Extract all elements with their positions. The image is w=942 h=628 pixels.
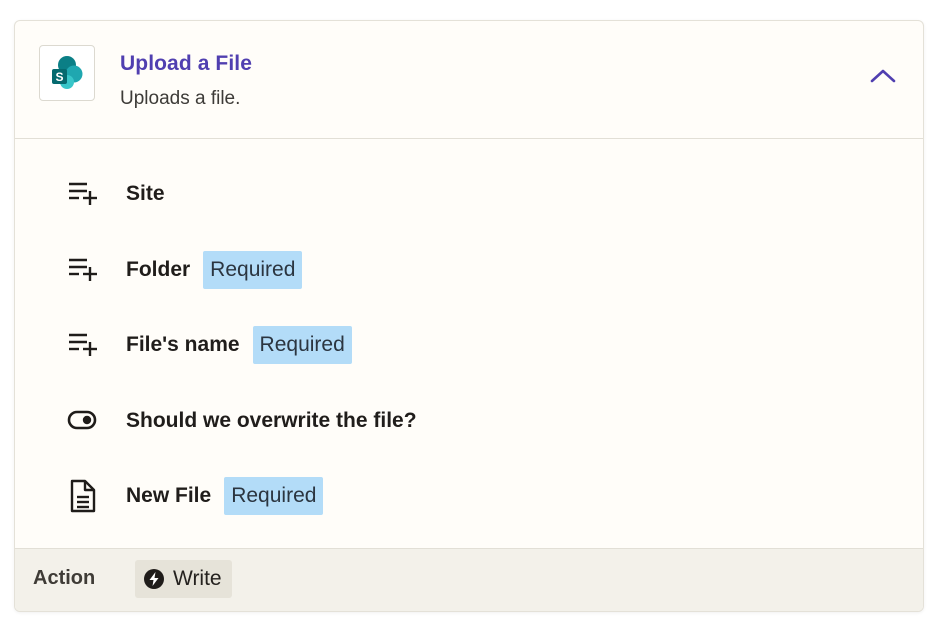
- field-label: File's name Required: [126, 326, 352, 364]
- chevron-up-icon: [870, 69, 896, 83]
- step-title: Upload a File: [120, 52, 252, 75]
- required-badge: Required: [252, 326, 352, 364]
- step-description: Uploads a file.: [120, 88, 241, 109]
- lightning-bolt-icon: [143, 568, 165, 590]
- svg-text:S: S: [55, 70, 63, 84]
- action-type-chip: Write: [135, 560, 232, 598]
- toggle-icon: [67, 405, 99, 437]
- add-list-icon: [67, 329, 99, 361]
- step-card: S Upload a File Uploads a file. Site Fol…: [14, 20, 924, 612]
- field-list: Site Folder Required File's name Require…: [15, 139, 923, 549]
- required-badge: Required: [203, 251, 303, 289]
- field-label: Folder Required: [126, 251, 303, 289]
- field-label: Site: [126, 182, 165, 205]
- field-label: Should we overwrite the file?: [126, 409, 417, 432]
- add-list-icon: [67, 254, 99, 286]
- field-label: New File Required: [126, 477, 324, 515]
- document-icon: [67, 479, 99, 513]
- required-badge: Required: [224, 477, 324, 515]
- add-list-icon: [67, 178, 99, 210]
- action-label: Action: [33, 567, 96, 589]
- sharepoint-logo-icon: S: [39, 45, 95, 101]
- step-footer: Action Write: [15, 548, 923, 611]
- step-header[interactable]: S Upload a File Uploads a file.: [15, 21, 923, 139]
- action-type-label: Write: [173, 567, 222, 590]
- collapse-button[interactable]: [865, 61, 901, 91]
